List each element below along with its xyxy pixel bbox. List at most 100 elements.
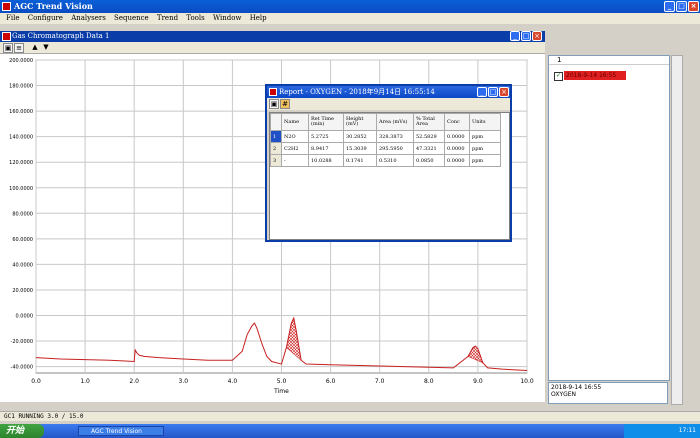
cell-name[interactable]: N2O	[281, 130, 309, 143]
trend-control-panel: 1 ✓ 2018-9-14 16:55 2018-9-14 16:55 OXYG…	[545, 24, 700, 405]
x-tick-label: 10.0	[520, 378, 534, 385]
trace-legend-label[interactable]: 2018-9-14 16:55	[564, 71, 626, 80]
maximize-icon[interactable]: □	[676, 1, 687, 12]
child-window-title-bar[interactable]: Gas Chromatograph Data 1 _ □ ×	[0, 31, 545, 42]
cell-conc[interactable]: 0.0000	[444, 154, 470, 167]
cell-units[interactable]: ppm	[469, 154, 501, 167]
cell-pct[interactable]: 47.3321	[413, 142, 445, 155]
report-minimize-icon[interactable]: _	[477, 87, 487, 97]
child-window-title: Gas Chromatograph Data 1	[12, 32, 110, 40]
status-bar: GC1 RUNNING 3.0 / 15.0	[0, 411, 700, 421]
app-title: AGC Trend Vision	[14, 1, 93, 11]
cell-name[interactable]: -	[281, 154, 309, 167]
child-maximize-icon[interactable]: □	[521, 31, 531, 41]
child-close-icon[interactable]: ×	[532, 31, 542, 41]
x-tick-label: 6.0	[326, 378, 336, 385]
cell-conc[interactable]: 0.0000	[444, 130, 470, 143]
y-tick-label: 20.0000	[12, 288, 33, 294]
x-tick-label: 4.0	[228, 378, 238, 385]
chart-toolbar: ▣ ≡ ▲ ▼	[0, 42, 545, 54]
taskbar: 开始 AGC Trend Vision 17:11	[0, 424, 700, 438]
row-index[interactable]: 1	[270, 130, 282, 143]
report-maximize-icon[interactable]: □	[488, 87, 498, 97]
col-area[interactable]: Area (mVs)	[376, 113, 414, 131]
col-pct-area[interactable]: % Total Area	[413, 113, 445, 131]
report-icon	[269, 88, 277, 96]
cell-ret[interactable]: 8.9417	[308, 142, 344, 155]
y-tick-label: 140.0000	[9, 135, 33, 141]
menu-file[interactable]: File	[6, 13, 19, 24]
cell-area[interactable]: 295.5950	[376, 142, 414, 155]
cell-height[interactable]: 0.1741	[343, 154, 377, 167]
report-icon[interactable]: ≡	[14, 43, 24, 53]
report-print-icon[interactable]: ▣	[269, 99, 279, 109]
y-tick-label: 160.0000	[9, 109, 33, 115]
clock: 17:11	[678, 427, 696, 434]
menu-analysers[interactable]: Analysers	[71, 13, 106, 24]
menu-tools[interactable]: Tools	[186, 13, 204, 24]
cell-name[interactable]: C2H2	[281, 142, 309, 155]
close-icon[interactable]: ×	[688, 1, 699, 12]
y-tick-label: 120.0000	[9, 160, 33, 166]
y-tick-label: 200.0000	[9, 58, 33, 64]
arrow-down-icon[interactable]: ▼	[41, 43, 51, 53]
cell-pct[interactable]: 0.0850	[413, 154, 445, 167]
menu-window[interactable]: Window	[213, 13, 242, 24]
menu-trend[interactable]: Trend	[157, 13, 178, 24]
print-icon[interactable]: ▣	[3, 43, 13, 53]
menu-configure[interactable]: Configure	[28, 13, 63, 24]
cell-height[interactable]: 15.3039	[343, 142, 377, 155]
report-table-area: Name Ret Time (min) Height (mV) Area (mV…	[269, 112, 510, 240]
x-tick-label: 0.0	[31, 378, 41, 385]
menu-bar: File Configure Analysers Sequence Trend …	[0, 13, 700, 24]
y-tick-label: 100.0000	[9, 186, 33, 192]
col-height[interactable]: Height (mV)	[343, 113, 377, 131]
cell-ret[interactable]: 5.2725	[308, 130, 344, 143]
app-icon	[2, 2, 11, 11]
x-tick-label: 1.0	[80, 378, 90, 385]
cell-height[interactable]: 30.2852	[343, 130, 377, 143]
cell-area[interactable]: 328.3873	[376, 130, 414, 143]
row-index[interactable]: 3	[270, 154, 282, 167]
cell-ret[interactable]: 10.0288	[308, 154, 344, 167]
menu-help[interactable]: Help	[250, 13, 267, 24]
cell-units[interactable]: ppm	[469, 130, 501, 143]
minimize-icon[interactable]: _	[664, 1, 675, 12]
child-window-icon	[2, 32, 11, 41]
start-button[interactable]: 开始	[0, 424, 44, 438]
table-row[interactable]: 2 C2H2 8.9417 15.3039 295.5950 47.3321 0…	[270, 142, 501, 155]
report-grid-icon[interactable]: #	[280, 99, 290, 109]
report-title-bar[interactable]: Report - OXYGEN - 2018年9月14日 16:55:14 _ …	[267, 86, 510, 98]
table-row[interactable]: 3 - 10.0288 0.1741 0.5310 0.0850 0.0000 …	[270, 154, 501, 167]
status-text: GC1 RUNNING 3.0 / 15.0	[4, 413, 84, 420]
x-tick-label: 3.0	[179, 378, 189, 385]
cell-conc[interactable]: 0.0000	[444, 142, 470, 155]
report-close-icon[interactable]: ×	[499, 87, 509, 97]
x-tick-label: 8.0	[424, 378, 434, 385]
y-tick-label: -40.0000	[11, 365, 33, 371]
cell-area[interactable]: 0.5310	[376, 154, 414, 167]
trend-list-scrollbar[interactable]	[671, 55, 683, 405]
y-tick-label: 0.0000	[16, 314, 34, 320]
taskbar-app-button[interactable]: AGC Trend Vision	[78, 426, 164, 436]
cell-units[interactable]: ppm	[469, 142, 501, 155]
arrow-up-icon[interactable]: ▲	[30, 43, 40, 53]
trace-info-box: 2018-9-14 16:55 OXYGEN	[548, 382, 668, 404]
child-minimize-icon[interactable]: _	[510, 31, 520, 41]
col-conc[interactable]: Conc	[444, 113, 470, 131]
table-row[interactable]: 1 N2O 5.2725 30.2852 328.3873 52.5829 0.…	[270, 130, 501, 143]
trace-info-analyser: OXYGEN	[551, 391, 577, 398]
report-corner	[270, 113, 282, 131]
y-tick-label: 180.0000	[9, 84, 33, 90]
menu-sequence[interactable]: Sequence	[114, 13, 149, 24]
row-index[interactable]: 2	[270, 142, 282, 155]
report-dialog[interactable]: Report - OXYGEN - 2018年9月14日 16:55:14 _ …	[265, 84, 512, 242]
col-units[interactable]: Units	[469, 113, 501, 131]
cell-pct[interactable]: 52.5829	[413, 130, 445, 143]
col-name[interactable]: Name	[281, 113, 309, 131]
y-tick-label: 60.0000	[12, 237, 33, 243]
col-ret-time[interactable]: Ret Time (min)	[308, 113, 344, 131]
trace-visible-checkbox[interactable]: ✓	[554, 72, 563, 81]
app-title-bar[interactable]: AGC Trend Vision _ □ ×	[0, 0, 700, 13]
trend-list: 1 ✓ 2018-9-14 16:55	[548, 55, 670, 381]
